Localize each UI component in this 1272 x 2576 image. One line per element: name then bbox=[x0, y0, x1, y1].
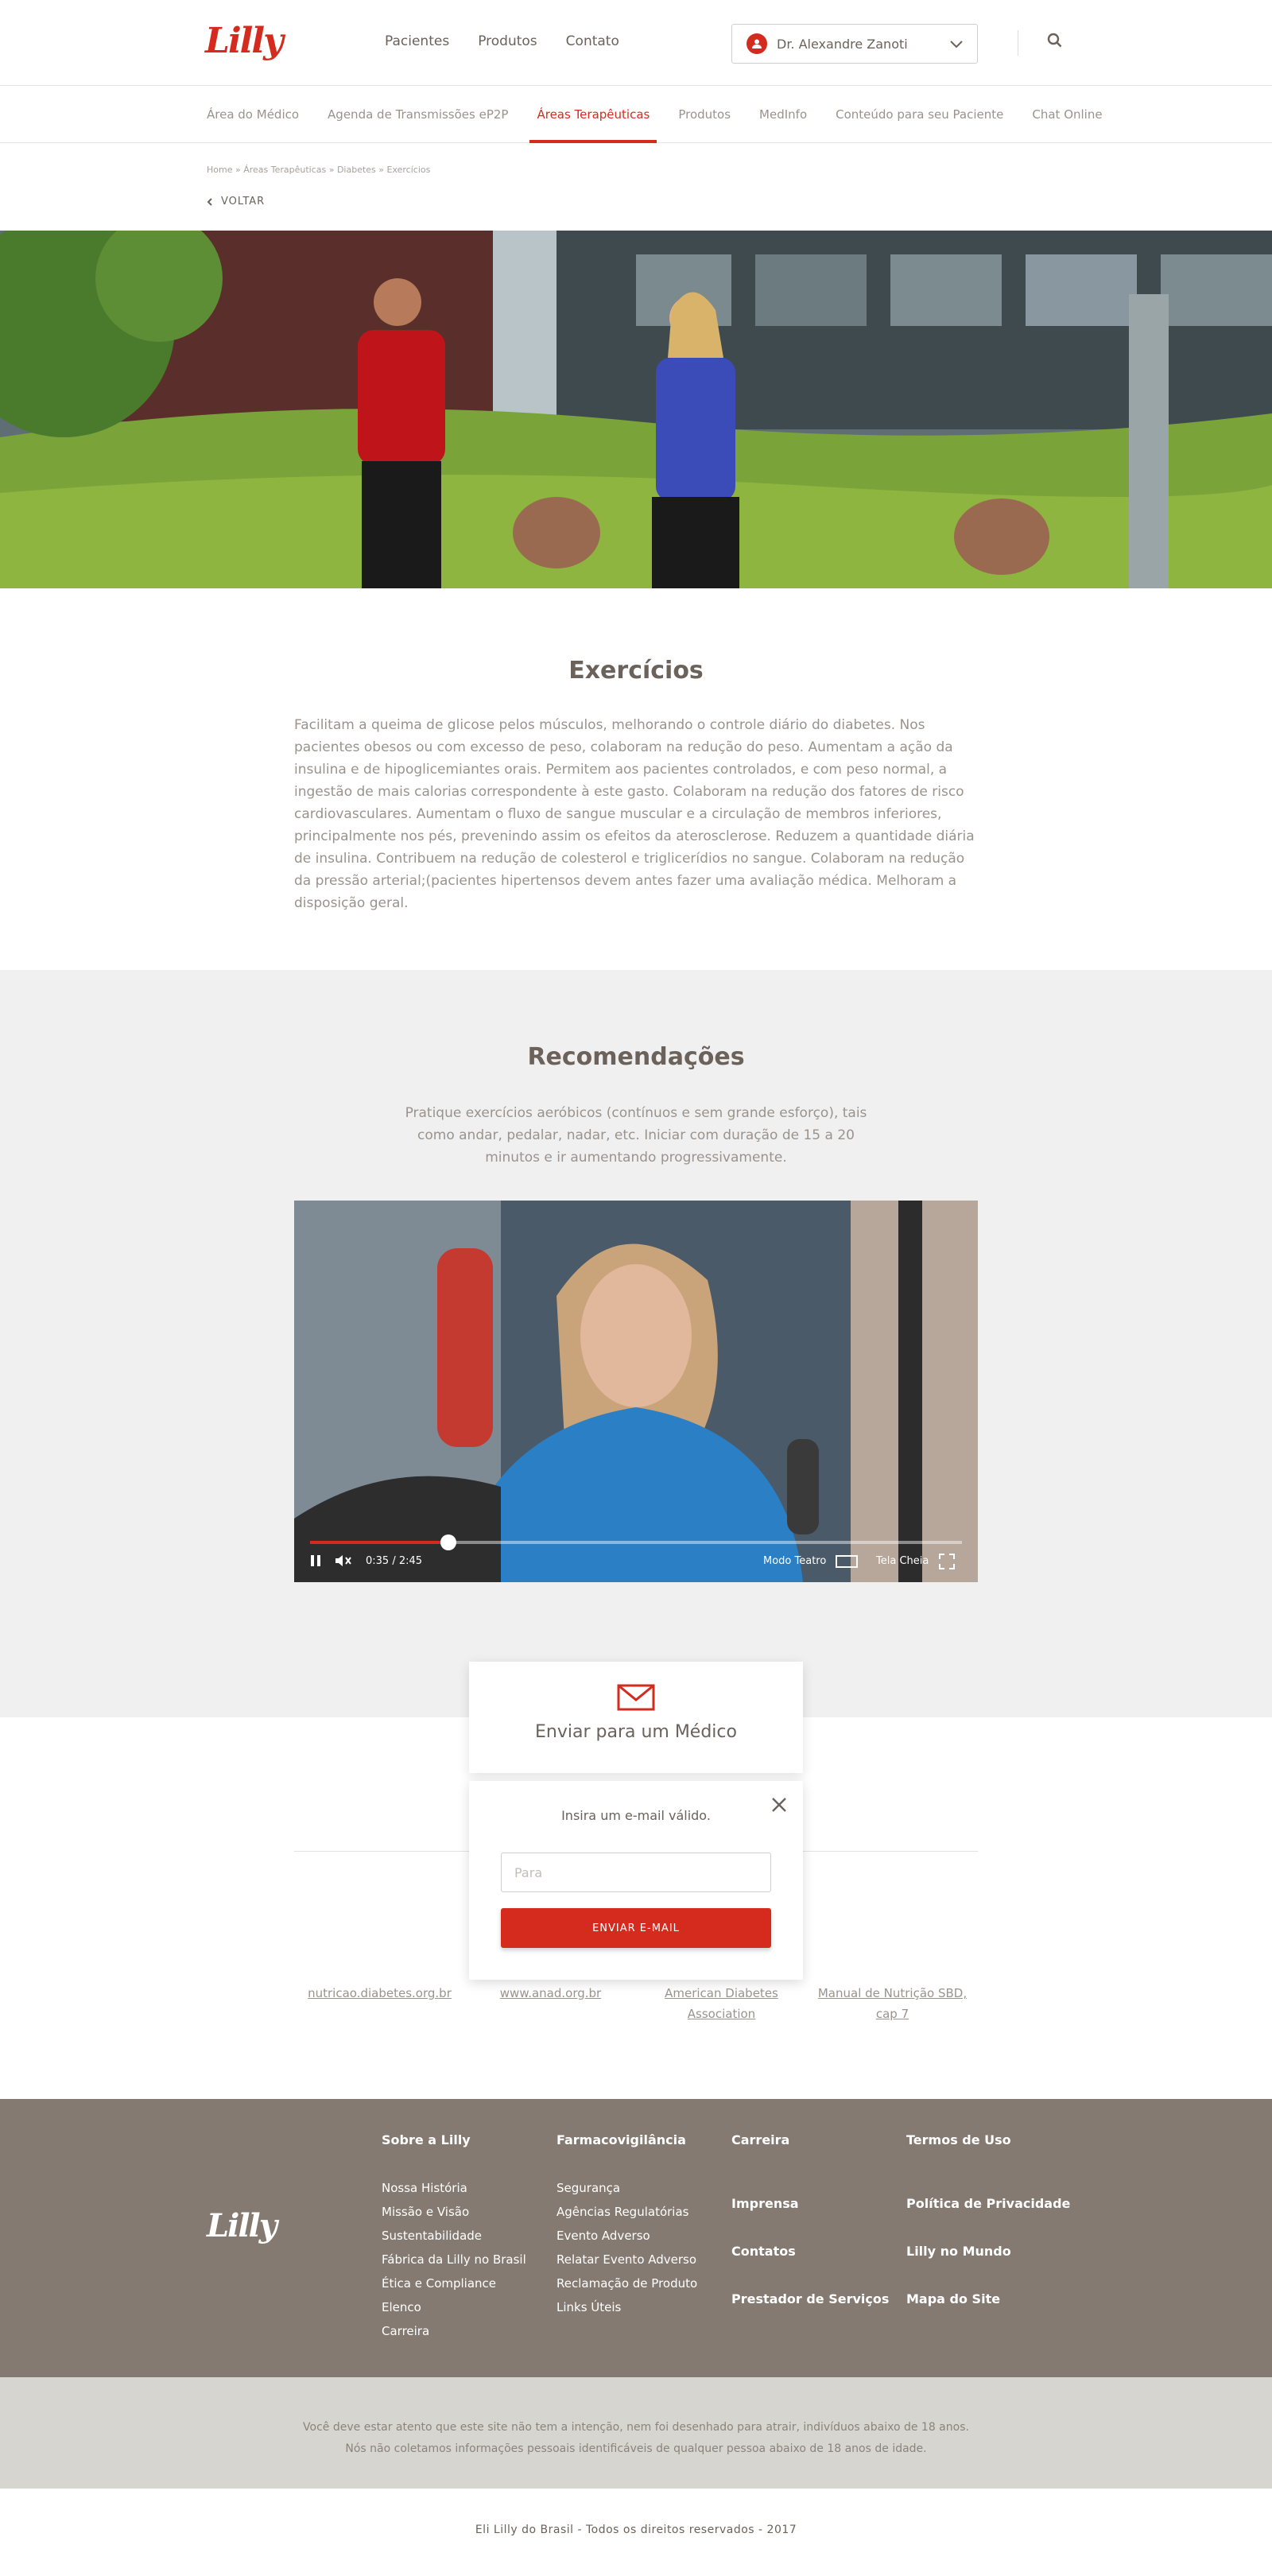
send-to-doctor-card[interactable]: Enviar para um Médico bbox=[469, 1662, 803, 1773]
video-scrubber-handle[interactable] bbox=[440, 1534, 456, 1550]
site-footer: Lilly Sobre a Lilly Nossa História Missã… bbox=[0, 2099, 1272, 2377]
email-popup: Insira um e-mail válido. ENVIAR E-MAIL bbox=[469, 1781, 803, 1980]
envelope-icon bbox=[617, 1684, 655, 1711]
exercicios-title: Exercícios bbox=[568, 657, 704, 685]
lilly-logo[interactable]: Lilly bbox=[205, 21, 284, 61]
footer-link-carreira[interactable]: Carreira bbox=[731, 2132, 889, 2148]
reference-links: nutricao.diabetes.org.br www.anad.org.br… bbox=[294, 1983, 978, 2024]
subnav-chat-online[interactable]: Chat Online bbox=[1025, 86, 1109, 143]
footer-lilly-logo[interactable]: Lilly bbox=[207, 2207, 277, 2244]
top-nav: Pacientes Produtos Contato bbox=[385, 33, 619, 49]
hero-image bbox=[0, 231, 1272, 588]
nav-pacientes[interactable]: Pacientes bbox=[385, 33, 449, 49]
footer-link[interactable]: Missão e Visão bbox=[382, 2200, 526, 2224]
site-header: Lilly Pacientes Produtos Contato Dr. Ale… bbox=[0, 0, 1272, 86]
chevron-left-icon bbox=[207, 197, 212, 206]
email-to-input[interactable] bbox=[501, 1852, 771, 1892]
footer-heading-farmacovigilancia[interactable]: Farmacovigilância bbox=[556, 2132, 697, 2147]
disclaimer-line-2: Nós não coletamos informações pessoais i… bbox=[345, 2442, 927, 2455]
footer-link-contatos[interactable]: Contatos bbox=[731, 2228, 889, 2275]
footer-link[interactable]: Carreira bbox=[382, 2319, 526, 2343]
theater-mode-icon[interactable] bbox=[835, 1554, 859, 1573]
subnav-area-do-medico[interactable]: Área do Médico bbox=[207, 86, 306, 143]
subnav-medinfo[interactable]: MedInfo bbox=[752, 86, 814, 143]
pause-icon[interactable] bbox=[310, 1554, 321, 1571]
fullscreen-icon[interactable] bbox=[938, 1553, 956, 1573]
nav-contato[interactable]: Contato bbox=[566, 33, 619, 49]
breadcrumb[interactable]: Home » Áreas Terapêuticas » Diabetes » E… bbox=[207, 165, 430, 175]
footer-link-imprensa[interactable]: Imprensa bbox=[731, 2180, 889, 2228]
chevron-down-icon bbox=[950, 37, 963, 52]
link-nutricao-diabetes[interactable]: nutricao.diabetes.org.br bbox=[294, 1983, 465, 2024]
footer-link[interactable]: Evento Adverso bbox=[556, 2224, 697, 2248]
email-popup-message: Insira um e-mail válido. bbox=[561, 1808, 711, 1823]
footer-link[interactable]: Segurança bbox=[556, 2176, 697, 2200]
send-to-doctor-label: Enviar para um Médico bbox=[535, 1722, 737, 1742]
link-anad[interactable]: www.anad.org.br bbox=[465, 1983, 636, 2024]
video-progress-fill bbox=[310, 1541, 448, 1544]
footer-link[interactable]: Links Úteis bbox=[556, 2295, 697, 2319]
footer-link-mapa[interactable]: Mapa do Site bbox=[906, 2275, 1070, 2323]
user-avatar-icon bbox=[747, 33, 767, 54]
exercicios-text: Facilitam a queima de glicose pelos músc… bbox=[294, 717, 975, 911]
fullscreen-label[interactable]: Tela Cheia bbox=[876, 1555, 929, 1567]
user-name: Dr. Alexandre Zanoti bbox=[777, 36, 908, 52]
footer-link-privacidade[interactable]: Política de Privacidade bbox=[906, 2180, 1070, 2228]
video-progress-bar[interactable] bbox=[310, 1534, 962, 1550]
footer-heading-sobre[interactable]: Sobre a Lilly bbox=[382, 2132, 526, 2147]
footer-link-lilly-mundo[interactable]: Lilly no Mundo bbox=[906, 2228, 1070, 2275]
link-manual-nutricao[interactable]: Manual de Nutrição SBD, cap 7 bbox=[807, 1983, 978, 2024]
theater-mode-label[interactable]: Modo Teatro bbox=[763, 1555, 826, 1567]
footer-link[interactable]: Sustentabilidade bbox=[382, 2224, 526, 2248]
back-label: VOLTAR bbox=[221, 196, 266, 208]
disclaimer-line-1: Você deve estar atento que este site não… bbox=[303, 2421, 969, 2434]
subnav-produtos[interactable]: Produtos bbox=[671, 86, 738, 143]
subnav-agenda-transmissoes[interactable]: Agenda de Transmissões eP2P bbox=[320, 86, 515, 143]
footer-link[interactable]: Fábrica da Lilly no Brasil bbox=[382, 2248, 526, 2271]
footer-link[interactable]: Agências Regulatórias bbox=[556, 2200, 697, 2224]
footer-col-4: Termos de Uso Política de Privacidade Li… bbox=[906, 2132, 1070, 2323]
footer-link[interactable]: Reclamação de Produto bbox=[556, 2271, 697, 2295]
recomendacoes-text: Pratique exercícios aeróbicos (contínuos… bbox=[405, 1105, 867, 1166]
footer-link-termos[interactable]: Termos de Uso bbox=[906, 2132, 1070, 2148]
nav-produtos[interactable]: Produtos bbox=[478, 33, 537, 49]
video-controls: 0:35 / 2:45 Modo Teatro Tela Cheia bbox=[294, 1527, 978, 1582]
video-time: 0:35 / 2:45 bbox=[366, 1555, 423, 1567]
video-frame bbox=[294, 1201, 978, 1582]
age-disclaimer: Você deve estar atento que este site não… bbox=[0, 2377, 1272, 2489]
footer-col-farmacovigilancia: Farmacovigilância Segurança Agências Reg… bbox=[556, 2132, 697, 2319]
footer-link[interactable]: Elenco bbox=[382, 2295, 526, 2319]
video-player[interactable]: 0:35 / 2:45 Modo Teatro Tela Cheia bbox=[294, 1201, 978, 1582]
subnav-conteudo-paciente[interactable]: Conteúdo para seu Paciente bbox=[828, 86, 1010, 143]
footer-link[interactable]: Nossa História bbox=[382, 2176, 526, 2200]
search-icon[interactable] bbox=[1046, 32, 1070, 56]
copyright: Eli Lilly do Brasil - Todos os direitos … bbox=[475, 2524, 797, 2536]
subnav-areas-terapeuticas[interactable]: Áreas Terapêuticas bbox=[529, 86, 657, 143]
close-icon[interactable] bbox=[770, 1795, 789, 1814]
sub-nav: Área do Médico Agenda de Transmissões eP… bbox=[0, 86, 1272, 143]
recomendacoes-title: Recomendações bbox=[527, 1043, 745, 1071]
send-email-button[interactable]: ENVIAR E-MAIL bbox=[501, 1908, 771, 1948]
user-menu-dropdown[interactable]: Dr. Alexandre Zanoti bbox=[731, 24, 978, 64]
back-button[interactable]: VOLTAR bbox=[207, 196, 265, 208]
footer-link-prestador[interactable]: Prestador de Serviços bbox=[731, 2275, 889, 2323]
footer-col-sobre: Sobre a Lilly Nossa História Missão e Vi… bbox=[382, 2132, 526, 2343]
footer-link[interactable]: Relatar Evento Adverso bbox=[556, 2248, 697, 2271]
mute-icon[interactable] bbox=[334, 1554, 353, 1571]
link-american-diabetes[interactable]: American Diabetes Association bbox=[636, 1983, 807, 2024]
footer-col-3: Carreira Imprensa Contatos Prestador de … bbox=[731, 2132, 889, 2323]
footer-link[interactable]: Ética e Compliance bbox=[382, 2271, 526, 2295]
